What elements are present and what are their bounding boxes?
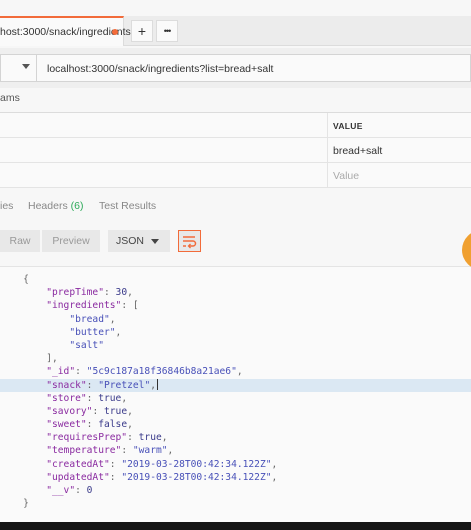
- request-tab-bar: host:3000/snack/ingredients + •••: [0, 16, 471, 46]
- params-row[interactable]: bread+salt: [0, 138, 471, 163]
- params-table: VALUE bread+salt Value: [0, 112, 471, 188]
- code-line: "temperature": "warm",: [46, 445, 174, 457]
- chevron-down-icon: [22, 64, 30, 69]
- wrap-lines-button[interactable]: [178, 230, 201, 252]
- tab-cookies[interactable]: ies: [0, 200, 13, 212]
- json-value-ingredient: bread: [75, 313, 104, 325]
- url-text: localhost:3000/snack/ingredients?list=br…: [47, 63, 274, 75]
- json-value-v: 0: [86, 485, 93, 496]
- code-line: "__v": 0: [46, 485, 93, 496]
- new-tab-button[interactable]: +: [131, 20, 153, 42]
- code-line: {: [0, 274, 29, 285]
- code-line: "savory": true,: [46, 405, 133, 417]
- url-input[interactable]: localhost:3000/snack/ingredients?list=br…: [37, 54, 471, 82]
- params-header-row: VALUE: [0, 113, 471, 138]
- format-dropdown[interactable]: JSON: [108, 230, 170, 252]
- response-body[interactable]: { "prepTime": 30, "ingredients": [ "brea…: [0, 266, 471, 522]
- json-value-store: true: [98, 392, 122, 404]
- tab-options-button[interactable]: •••: [156, 20, 178, 42]
- postman-app: host:3000/snack/ingredients + ••• localh…: [0, 0, 471, 522]
- params-label: ams: [0, 92, 20, 104]
- params-empty-row[interactable]: Value: [0, 163, 471, 188]
- json-value-ingredient: butter: [75, 326, 110, 338]
- bottom-strip: [0, 522, 471, 530]
- request-url-row: localhost:3000/snack/ingredients?list=br…: [0, 48, 471, 88]
- json-value-id: 5c9c187a18f36846b8a21ae6: [92, 366, 232, 378]
- headers-count-badge: (6): [70, 200, 84, 212]
- preview-button[interactable]: Preview: [42, 230, 100, 252]
- json-value-prepTime: 30: [115, 287, 128, 299]
- tab-headers-label: Headers: [28, 200, 68, 212]
- code-line: "sweet": false,: [46, 419, 133, 431]
- code-line: }: [0, 498, 29, 510]
- json-value-createdAt: 2019-03-28T00:42:34.122Z: [127, 458, 266, 470]
- format-label: JSON: [116, 235, 145, 247]
- json-value-snack: Pretzel: [104, 379, 145, 391]
- tab-headers[interactable]: Headers (6): [28, 200, 83, 212]
- request-tab[interactable]: host:3000/snack/ingredients: [0, 16, 131, 46]
- code-line: "createdAt": "2019-03-28T00:42:34.122Z",: [46, 458, 278, 470]
- code-line: "store": true,: [46, 392, 128, 404]
- code-line-highlighted: "snack": "Pretzel",: [0, 378, 471, 392]
- json-value-sweet: false: [98, 419, 128, 431]
- json-value-ingredient: salt: [75, 339, 99, 351]
- code-line: "prepTime": 30,: [46, 287, 133, 299]
- code-line: ],: [0, 353, 58, 365]
- json-value-temperature: warm: [138, 445, 162, 457]
- http-method-dropdown[interactable]: [0, 54, 37, 82]
- json-viewer: { "prepTime": 30, "ingredients": [ "brea…: [0, 273, 471, 510]
- json-value-requiresPrep: true: [138, 432, 162, 444]
- json-value-updatedAt: 2019-03-28T00:42:34.122Z: [127, 471, 266, 483]
- json-value-savory: true: [104, 405, 128, 417]
- code-line: "requiresPrep": true,: [46, 432, 168, 444]
- code-line: "salt": [69, 339, 104, 351]
- code-line: "_id": "5c9c187a18f36846b8a21ae6",: [46, 366, 243, 378]
- code-line: "bread",: [69, 313, 116, 325]
- unsaved-dot-icon: [112, 29, 118, 35]
- response-view-toolbar: Raw Preview JSON: [0, 224, 471, 260]
- text-cursor: [157, 379, 158, 390]
- tab-test-results[interactable]: Test Results: [99, 200, 156, 212]
- raw-button[interactable]: Raw: [0, 230, 40, 252]
- code-line: "ingredients": [: [46, 300, 139, 312]
- param-value-placeholder[interactable]: Value: [333, 170, 359, 182]
- wrap-lines-icon: [183, 236, 197, 249]
- chevron-down-icon: [151, 239, 159, 244]
- param-value-cell[interactable]: bread+salt: [333, 145, 382, 157]
- code-line: "butter",: [69, 326, 122, 338]
- value-column-header: VALUE: [333, 121, 363, 131]
- code-line: "updatedAt": "2019-03-28T00:42:34.122Z",: [46, 471, 278, 483]
- response-tabs: ies Headers (6) Test Results: [0, 192, 471, 220]
